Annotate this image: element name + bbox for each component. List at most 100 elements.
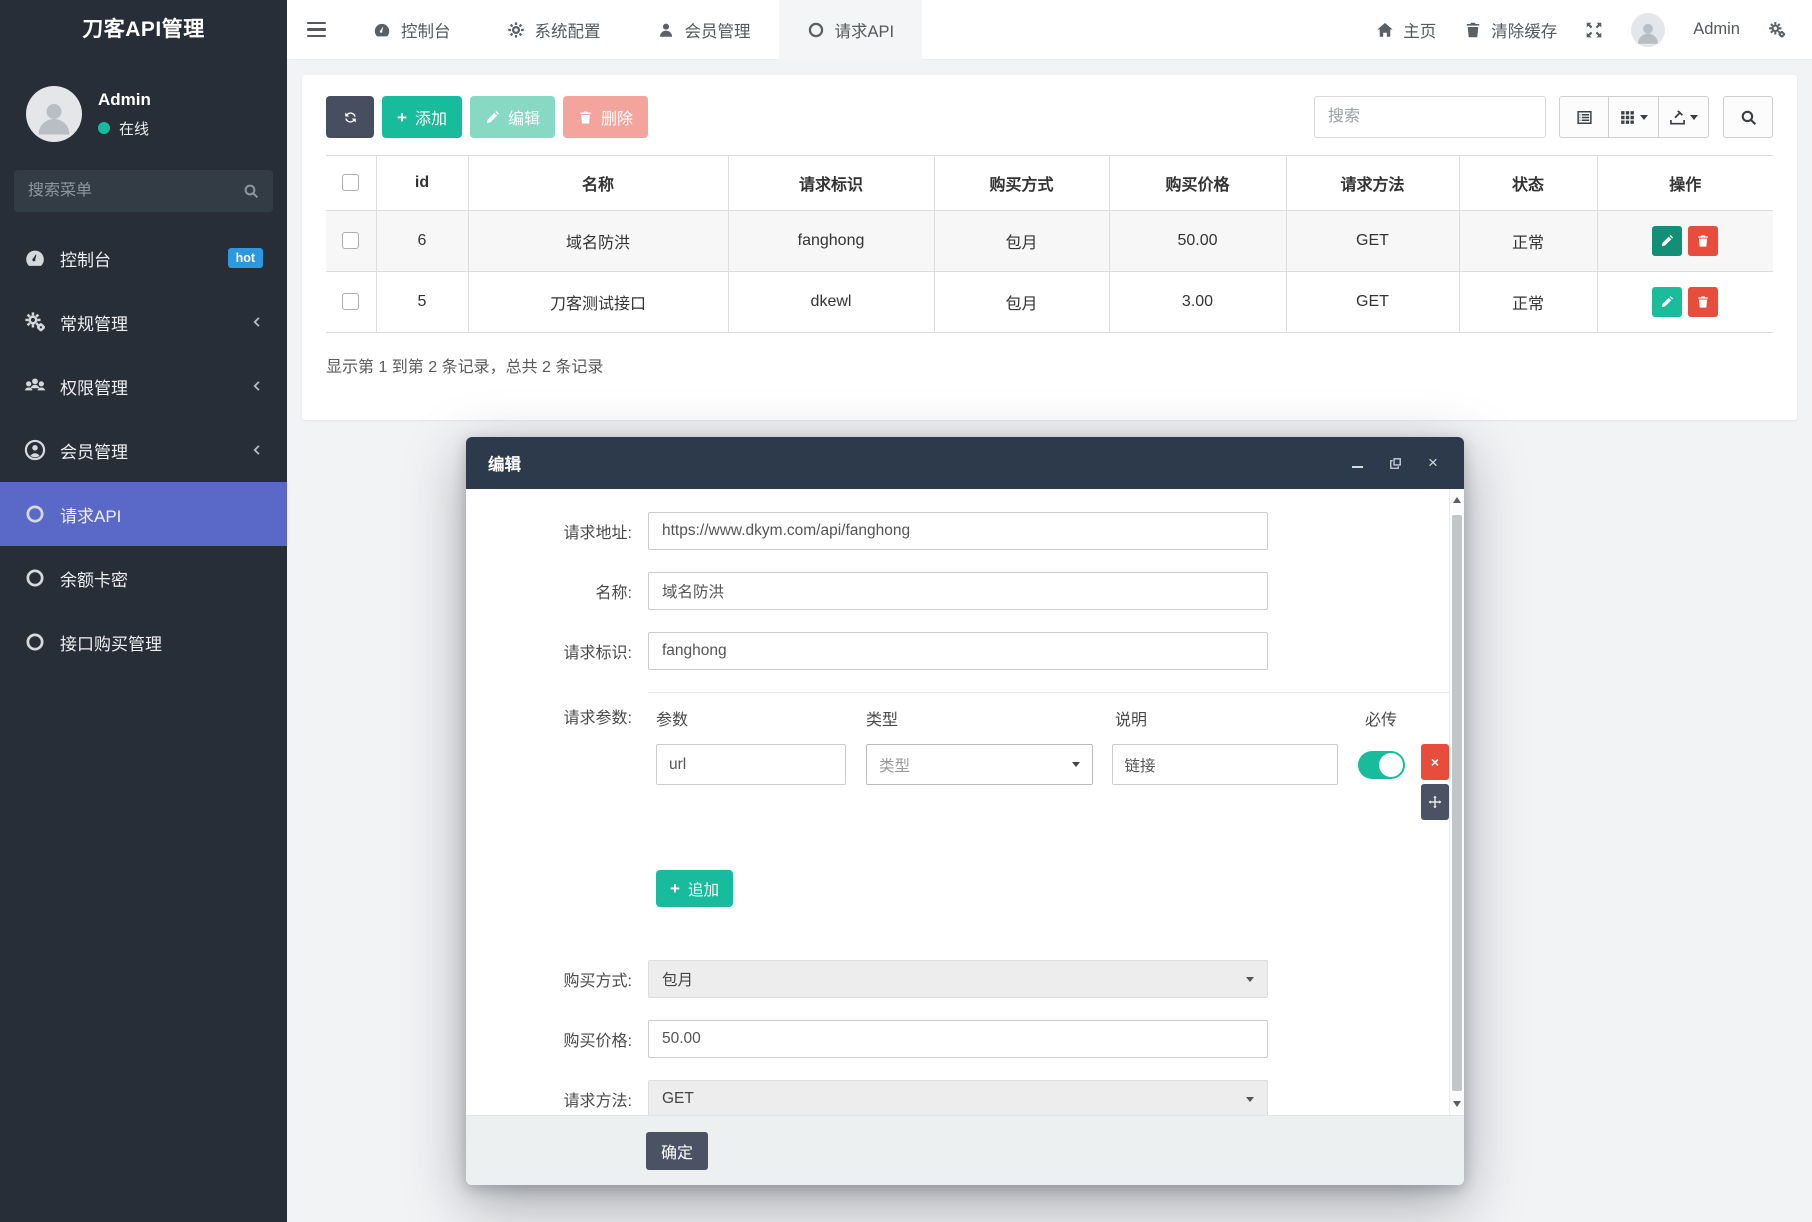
scroll-up-icon[interactable] [1450,493,1464,507]
param-remove-button[interactable]: × [1421,744,1449,780]
add-button[interactable]: + 添加 [382,96,462,138]
sidebar-item-purchase-mgmt[interactable]: 接口购买管理 [0,610,287,674]
user-menu[interactable]: Admin [1693,20,1740,39]
tab-request-api[interactable]: 请求API [779,0,923,60]
table-header-row: id 名称 请求标识 购买方式 购买价格 请求方法 状态 操作 [326,156,1773,211]
tab-label: 控制台 [401,18,451,42]
delete-button-label: 删除 [601,105,633,129]
method-select[interactable]: GET [648,1080,1268,1115]
modal-scrollbar[interactable] [1449,489,1464,1115]
sidebar-item-members[interactable]: 会员管理 [0,418,287,482]
cell-buy-mode: 包月 [934,272,1109,333]
home-icon [1376,21,1394,39]
avatar [26,86,82,142]
param-row: 类型 × [648,744,1449,820]
close-icon[interactable]: × [1424,454,1442,472]
export-button[interactable] [1659,96,1709,138]
price-input[interactable] [648,1020,1268,1058]
toggle-view-button[interactable] [1559,96,1609,138]
buy-mode-label: 购买方式: [466,967,648,991]
buy-mode-select[interactable]: 包月 [648,960,1268,998]
sidebar-item-general[interactable]: 常规管理 [0,290,287,354]
avatar[interactable] [1631,13,1665,47]
trash-icon [1696,295,1710,309]
row-edit-button[interactable] [1652,226,1682,256]
select-all-cell [326,156,376,211]
navbar-right: 主页 清除缓存 Admin [1376,13,1812,47]
price-label: 购买价格: [466,1027,648,1051]
sidebar-item-label: 常规管理 [60,310,128,335]
required-toggle[interactable] [1358,751,1405,779]
sidebar: 刀客API管理 Admin 在线 控制台 hot 常规管理 权限管理 [0,0,287,1222]
column-header-id: id [376,156,468,211]
sidebar-item-request-api[interactable]: 请求API [0,482,287,546]
param-desc-input[interactable] [1112,744,1339,785]
top-navbar: 控制台 系统配置 会员管理 请求API 主页 清除缓存 A [287,0,1812,60]
type-col-header: 类型 [866,706,1096,730]
tab-members[interactable]: 会员管理 [629,0,779,60]
clear-cache-link[interactable]: 清除缓存 [1464,18,1557,42]
refresh-button[interactable] [326,96,374,138]
name-input[interactable] [648,572,1268,610]
slug-input[interactable] [648,632,1268,670]
scroll-down-icon[interactable] [1450,1097,1464,1111]
table-row: 6 域名防洪 fanghong 包月 50.00 GET 正常 [326,211,1773,272]
scrollbar-thumb[interactable] [1452,515,1462,1091]
row-checkbox[interactable] [342,232,359,249]
column-header-price: 购买价格 [1109,156,1286,211]
search-button[interactable] [1723,96,1773,138]
sidebar-item-permissions[interactable]: 权限管理 [0,354,287,418]
search-icon [1740,109,1757,126]
required-col-header: 必传 [1365,706,1411,730]
circle-icon [24,631,46,653]
param-row-buttons: × [1421,744,1449,820]
row-delete-button[interactable] [1688,287,1718,317]
hot-badge: hot [228,248,263,268]
home-link[interactable]: 主页 [1376,18,1436,42]
cell-price: 3.00 [1109,272,1286,333]
columns-button[interactable] [1609,96,1659,138]
tab-label: 会员管理 [685,18,751,42]
param-type-select[interactable]: 类型 [866,744,1093,785]
add-button-label: 添加 [415,105,447,129]
param-name-input[interactable] [656,744,846,785]
sidebar-item-label: 接口购买管理 [60,630,162,655]
row-delete-button[interactable] [1688,226,1718,256]
record-summary: 显示第 1 到第 2 条记录，总共 2 条记录 [326,353,1773,377]
edit-button[interactable]: 编辑 [470,96,555,138]
delete-button[interactable]: 删除 [563,96,648,138]
chevron-left-icon [251,444,263,456]
confirm-button[interactable]: 确定 [646,1132,708,1170]
request-url-input[interactable] [648,512,1268,550]
table-row: 5 刀客测试接口 dkewl 包月 3.00 GET 正常 [326,272,1773,333]
plus-icon: + [397,109,407,126]
person-icon [34,98,74,138]
circle-icon [24,503,46,525]
view-button-group [1559,96,1709,138]
request-params-section: 请求参数: 参数 类型 说明 必传 类型 × [466,692,1449,960]
fullscreen-button[interactable] [1585,21,1603,39]
move-icon [1428,795,1442,809]
table-search-input[interactable] [1314,96,1546,138]
trash-icon [1464,21,1482,39]
hamburger-icon[interactable] [287,0,345,60]
minimize-icon[interactable] [1348,454,1366,472]
sidebar-item-balance-cards[interactable]: 余额卡密 [0,546,287,610]
append-param-button[interactable]: + 追加 [656,870,733,907]
modal-footer: 确定 [466,1115,1464,1185]
row-checkbox[interactable] [342,293,359,310]
append-row: + 追加 [648,870,1449,907]
sidebar-search-input[interactable] [28,182,243,200]
maximize-icon[interactable] [1386,454,1404,472]
tab-system-config[interactable]: 系统配置 [479,0,629,60]
row-edit-button[interactable] [1652,287,1682,317]
chevron-down-icon [1246,977,1254,982]
param-move-button[interactable] [1421,784,1449,820]
sidebar-item-dashboard[interactable]: 控制台 hot [0,226,287,290]
settings-button[interactable] [1768,21,1786,39]
modal-title: 编辑 [488,451,521,475]
column-header-slug: 请求标识 [728,156,934,211]
tab-dashboard[interactable]: 控制台 [345,0,479,60]
select-all-checkbox[interactable] [342,174,359,191]
cell-name: 刀客测试接口 [468,272,728,333]
